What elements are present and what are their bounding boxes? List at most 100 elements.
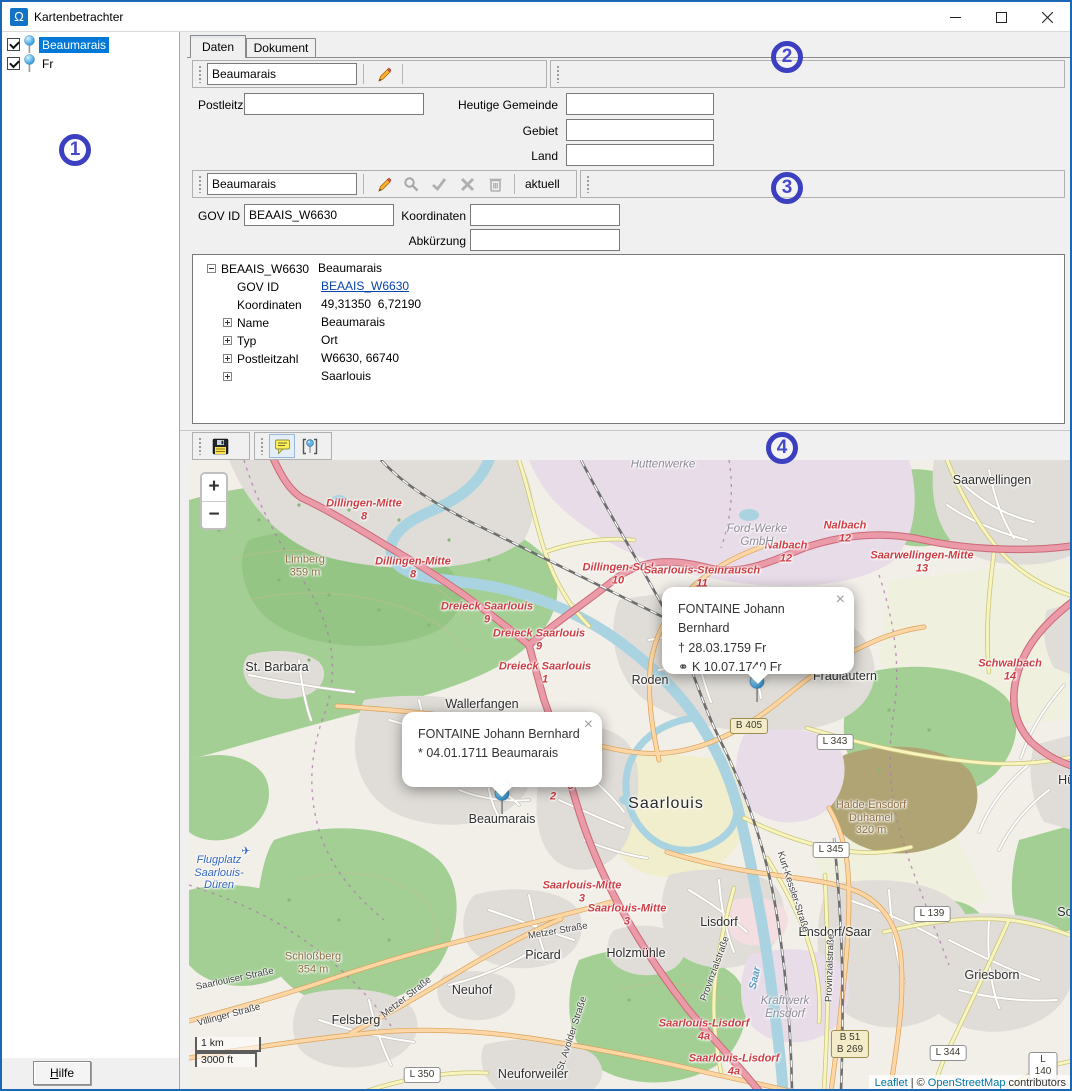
tree-node-label: GOV ID	[237, 278, 321, 296]
motorway-exit-label: Dreieck Saarlouis9	[493, 627, 585, 652]
toolbar-separator	[363, 174, 364, 194]
layer-label[interactable]: Fr	[39, 56, 56, 72]
tree-node-value: Beaumarais	[318, 261, 382, 275]
expand-icon[interactable]	[223, 336, 232, 345]
name-toolbar-primary	[192, 60, 547, 88]
koordinaten-label: Koordinaten	[400, 208, 466, 224]
koordinaten-input[interactable]	[470, 204, 620, 226]
trash-icon	[488, 176, 503, 192]
layer-item[interactable]: Fr	[4, 54, 177, 73]
leaflet-link[interactable]: Leaflet	[875, 1077, 908, 1089]
expand-icon[interactable]	[223, 318, 232, 327]
gemeinde-input[interactable]	[566, 93, 714, 115]
close-button[interactable]	[1024, 2, 1070, 32]
marker-toggle-button[interactable]	[297, 434, 323, 458]
tree-row[interactable]: NameBeaumarais	[193, 313, 1064, 331]
toolbar-grip[interactable]	[198, 437, 203, 455]
gov-id-link[interactable]: BEAAIS_W6630	[321, 279, 409, 293]
map-options-toolbar	[254, 432, 332, 460]
maximize-button[interactable]	[978, 2, 1024, 32]
name-toolbar-secondary: aktuell	[192, 170, 577, 198]
save-button[interactable]	[207, 434, 233, 458]
tree-row[interactable]: Koordinaten49,31350 6,72190	[193, 295, 1064, 313]
town-label: St. Barbara	[245, 660, 308, 674]
toolbar-grip[interactable]	[586, 175, 591, 193]
tab-dokument[interactable]: Dokument	[246, 38, 316, 58]
pencil-icon	[375, 176, 392, 193]
osm-link[interactable]: OpenStreetMap	[928, 1077, 1006, 1089]
layer-checkbox[interactable]	[7, 57, 20, 70]
gov-name-input[interactable]	[207, 173, 357, 195]
statusbar-left: Hilfe	[2, 1058, 180, 1089]
industry-label: Hüttenwerke	[631, 460, 696, 472]
tree-node-label: Typ	[237, 332, 321, 350]
toolbar-grip[interactable]	[198, 175, 203, 193]
tree-row[interactable]: PostleitzahlW6630, 66740	[193, 349, 1064, 367]
toolbar-grip[interactable]	[556, 65, 561, 83]
tree-row[interactable]: GOV IDBEAAIS_W6630	[193, 277, 1064, 295]
tab-daten[interactable]: Daten	[190, 35, 246, 58]
motorway-exit-label: Dreieck Saarlouis1	[499, 660, 591, 685]
gebiet-input[interactable]	[566, 119, 714, 141]
popup-close-icon[interactable]: ×	[836, 592, 845, 608]
minimize-icon	[950, 12, 961, 23]
zoom-in-button[interactable]: +	[202, 474, 226, 501]
scale-control: 1 km 3000 ft	[195, 1037, 261, 1067]
delete-button[interactable]	[482, 172, 508, 196]
layer-item[interactable]: Beaumarais	[4, 35, 177, 54]
town-label: Saarwellingen	[953, 473, 1032, 487]
tree-row[interactable]: Saarlouis	[193, 367, 1064, 385]
edit-name-button[interactable]	[370, 62, 396, 86]
popup-close-icon[interactable]: ×	[584, 717, 593, 733]
map-pin-icon	[23, 54, 36, 73]
search-entry-button[interactable]	[398, 172, 424, 196]
road-ref-badge: B 51B 269	[831, 1030, 869, 1058]
status-label-aktuell: aktuell	[521, 177, 564, 191]
layer-checkbox[interactable]	[7, 38, 20, 51]
motorway-exit-label: Saarwellingen-Mitte13	[870, 549, 973, 574]
confirm-button[interactable]	[426, 172, 452, 196]
cancel-button[interactable]	[454, 172, 480, 196]
expand-icon[interactable]	[223, 354, 232, 363]
magnifier-icon	[403, 176, 419, 192]
peak-label: Limberg359 m	[285, 553, 325, 578]
gov-id-input[interactable]	[244, 204, 394, 226]
empty-toolbar-secondary	[580, 170, 1065, 198]
minimize-button[interactable]	[932, 2, 978, 32]
land-label: Land	[450, 148, 558, 164]
scale-imperial: 3000 ft	[195, 1052, 257, 1067]
empty-toolbar-primary	[550, 60, 1065, 88]
toolbar-separator	[514, 174, 515, 194]
map-canvas[interactable]: SaarwellingenSt. BarbaraWallerfangenRode…	[189, 460, 1072, 1091]
tree-row[interactable]: TypOrt	[193, 331, 1064, 349]
land-input[interactable]	[566, 144, 714, 166]
road-ref-badge: L 343	[817, 734, 854, 750]
maximize-icon	[996, 12, 1007, 23]
abkuerzung-label: Abkürzung	[400, 233, 466, 249]
postleitzahl-input[interactable]	[244, 93, 424, 115]
zoom-control: + −	[200, 472, 228, 530]
toolbar-grip[interactable]	[198, 65, 203, 83]
layer-panel: Beaumarais Fr	[2, 32, 180, 1058]
zoom-out-button[interactable]: −	[202, 501, 226, 528]
tree-node-value: Ort	[321, 333, 338, 347]
collapse-icon[interactable]	[207, 264, 216, 273]
town-label: Schwalbach	[1057, 905, 1072, 919]
expand-icon[interactable]	[223, 372, 232, 381]
toolbar-separator	[402, 64, 403, 84]
layer-label[interactable]: Beaumarais	[39, 37, 109, 53]
toolbar-grip[interactable]	[260, 437, 265, 455]
help-button[interactable]: Hilfe	[33, 1061, 91, 1085]
map-attribution: Leaflet | © OpenStreetMap contributors	[869, 1075, 1072, 1091]
annotation-circle-1: 1	[59, 134, 91, 166]
edit-entry-button[interactable]	[370, 172, 396, 196]
abkuerzung-input[interactable]	[470, 229, 620, 251]
tree-row[interactable]: BEAAIS_W6630Beaumarais	[193, 259, 1064, 277]
motorway-exit-label: Saarlouis-Lisdorf4a	[689, 1052, 779, 1077]
map-popup: FONTAINE Johann Bernhard* 04.01.1711 Bea…	[402, 712, 602, 787]
popup-toggle-button[interactable]	[269, 434, 295, 458]
popup-text-line: † 28.03.1759 Fr	[678, 639, 832, 658]
airfield-label: FlugplatzSaarlouis-Düren	[194, 854, 244, 892]
place-name-input[interactable]	[207, 63, 357, 85]
motorway-exit-label: Saarlouis-Mitte3	[588, 902, 667, 927]
